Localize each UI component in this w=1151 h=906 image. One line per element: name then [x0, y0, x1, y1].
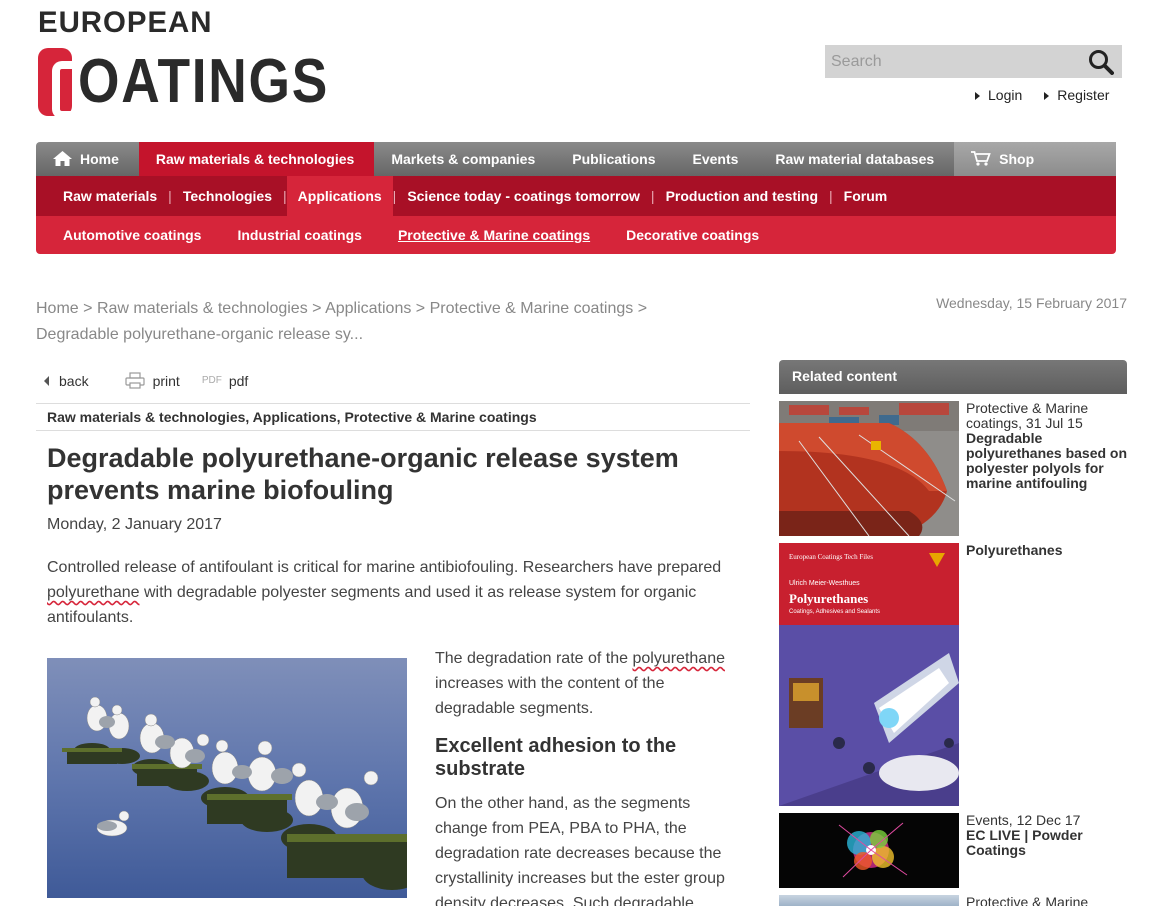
ship-thumbnail [779, 401, 959, 536]
nav-shop[interactable]: Shop [954, 142, 1116, 176]
search-input[interactable] [825, 52, 1075, 71]
back-button[interactable]: back [44, 373, 89, 389]
article-body: The degradation rate of the polyurethane… [435, 646, 740, 906]
nav-markets-companies[interactable]: Markets & companies [374, 142, 555, 176]
search-box [825, 45, 1122, 78]
article-title: Degradable polyurethane-organic release … [47, 443, 679, 505]
search-icon[interactable] [1088, 49, 1114, 75]
login-link[interactable]: Login [975, 87, 1022, 103]
related-item-meta: Events, 12 Dec 17 [966, 812, 1081, 828]
divider [36, 430, 750, 431]
subnav-science-today[interactable]: Science today - coatings tomorrow [396, 176, 651, 216]
main-nav: Home Raw materials & technologies Market… [36, 142, 1116, 176]
nav3-decorative[interactable]: Decorative coatings [626, 227, 759, 243]
current-date: Wednesday, 15 February 2017 [936, 295, 1127, 311]
site-logo[interactable]: EUROPEAN OATINGS [38, 6, 370, 120]
breadcrumb-protective-marine[interactable]: Protective & Marine coatings [430, 300, 634, 317]
related-item[interactable]: Protective & Marine [779, 895, 1127, 906]
breadcrumb: Home > Raw materials & technologies > Ap… [36, 300, 648, 343]
related-item[interactable]: Events, 12 Dec 17 EC LIVE | Powder Coati… [779, 813, 1127, 888]
related-item[interactable]: European Coatings Tech Files Ulrich Meie… [779, 543, 1127, 806]
polyurethane-link[interactable]: polyurethane [47, 584, 140, 601]
nav-publications[interactable]: Publications [555, 142, 675, 176]
cart-icon [971, 151, 991, 166]
divider [36, 403, 750, 404]
book-cover-thumbnail: European Coatings Tech Files Ulrich Meie… [779, 543, 959, 806]
book-title-label: Polyurethanes [789, 591, 868, 606]
nav-raw-materials-technologies[interactable]: Raw materials & technologies [138, 142, 375, 176]
triangle-left-icon [44, 375, 49, 386]
subnav-applications[interactable]: Applications [286, 176, 393, 216]
subnav-raw-materials[interactable]: Raw materials [52, 176, 168, 216]
home-icon [53, 151, 72, 167]
logo-text-bottom: OATINGS [78, 47, 330, 116]
related-thumbnail [779, 895, 959, 906]
breadcrumb-raw-materials[interactable]: Raw materials & technologies [97, 300, 308, 317]
related-item-title: Polyurethanes [966, 542, 1063, 558]
related-item-title: Degradable polyurethanes based on polyes… [966, 430, 1128, 491]
triangle-right-icon [1044, 92, 1050, 101]
article-categories: Raw materials & technologies, Applicatio… [47, 409, 537, 425]
nav3-industrial[interactable]: Industrial coatings [237, 227, 361, 243]
book-series-label: European Coatings Tech Files [789, 553, 873, 561]
logo-c-mark [38, 48, 103, 119]
sub-nav: Raw materials | Technologies | Applicati… [36, 176, 1116, 216]
nav-home[interactable]: Home [36, 142, 139, 176]
related-item-meta: Protective & Marine coatings, 31 Jul 15 [966, 400, 1089, 431]
breadcrumb-applications[interactable]: Applications [325, 300, 411, 317]
nav-raw-material-databases[interactable]: Raw material databases [758, 142, 954, 176]
article-subheading: Excellent adhesion to the substrate [435, 735, 677, 780]
related-item[interactable]: Protective & Marine coatings, 31 Jul 15 … [779, 401, 1127, 536]
subnav-forum[interactable]: Forum [833, 176, 899, 216]
article-image-seagulls [47, 658, 407, 898]
subnav-production-testing[interactable]: Production and testing [655, 176, 829, 216]
register-link[interactable]: Register [1044, 87, 1109, 103]
triangle-right-icon [975, 92, 980, 101]
article-tools: back print PDF pdf [44, 372, 274, 389]
article-paragraph: The degradation rate of the polyurethane… [435, 650, 725, 717]
article-lead: Controlled release of antifoulant is cri… [47, 559, 722, 626]
breadcrumb-current: Degradable polyurethane-organic release … [36, 326, 364, 343]
nav3-protective-marine[interactable]: Protective & Marine coatings [398, 227, 590, 243]
article-date: Monday, 2 January 2017 [47, 516, 222, 533]
article-paragraph: On the other hand, as the segments chang… [435, 795, 725, 906]
tertiary-nav: Automotive coatings Industrial coatings … [36, 216, 1116, 254]
printer-icon [124, 372, 145, 389]
book-author-label: Ulrich Meier-Westhues [789, 580, 860, 587]
logo-text-top: EUROPEAN [38, 6, 213, 39]
nav3-automotive[interactable]: Automotive coatings [63, 227, 201, 243]
print-button[interactable]: print [124, 372, 180, 389]
pdf-button[interactable]: PDF pdf [202, 373, 248, 389]
powder-explosion-thumbnail [779, 813, 959, 888]
polyurethane-link[interactable]: polyurethane [632, 650, 725, 667]
book-subtitle-label: Coatings, Adhesives and Sealants [789, 609, 880, 615]
breadcrumb-home[interactable]: Home [36, 300, 79, 317]
related-item-meta: Protective & Marine [966, 895, 1089, 906]
subnav-technologies[interactable]: Technologies [172, 176, 283, 216]
nav-events[interactable]: Events [676, 142, 759, 176]
pdf-icon: PDF [201, 375, 222, 386]
related-content-heading: Related content [779, 360, 1127, 394]
related-item-title: EC LIVE | Powder Coatings [966, 827, 1083, 858]
